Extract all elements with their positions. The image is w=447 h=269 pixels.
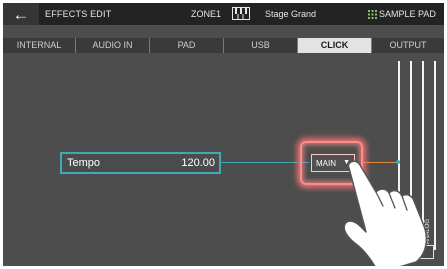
page-title: EFFECTS EDIT [45,9,112,19]
keyboard-icon [232,7,250,20]
zone-indicator: ZONE1 [191,9,222,19]
tab-audio-in[interactable]: AUDIO IN [76,38,150,53]
tab-click[interactable]: CLICK [298,38,372,53]
tab-internal[interactable]: INTERNAL [3,38,76,53]
tab-bar: INTERNAL AUDIO IN PAD USB CLICK OUTPUT [3,38,444,53]
screen: ← EFFECTS EDIT ZONE1 Stage Grand SAMPLE … [3,3,444,266]
bus-line-4 [434,61,436,250]
output-select-value: MAIN [316,159,336,168]
tab-pad[interactable]: PAD [150,38,224,53]
header-bar: ← EFFECTS EDIT ZONE1 Stage Grand SAMPLE … [3,3,444,25]
tempo-source-box[interactable]: Tempo 120.00 [60,152,221,174]
signal-line [221,162,309,163]
back-button[interactable]: ← [3,3,39,25]
tempo-label: Tempo [67,157,101,169]
program-name: Stage Grand [265,9,317,19]
tempo-value: 120.00 [181,157,215,169]
tab-output[interactable]: OUTPUT [372,38,444,53]
tab-usb[interactable]: USB [224,38,298,53]
pad-grid-icon [368,10,377,19]
sample-pad-label[interactable]: SAMPLE PAD [379,9,436,19]
back-arrow-icon: ← [12,4,30,24]
pointing-hand-icon [343,160,428,266]
